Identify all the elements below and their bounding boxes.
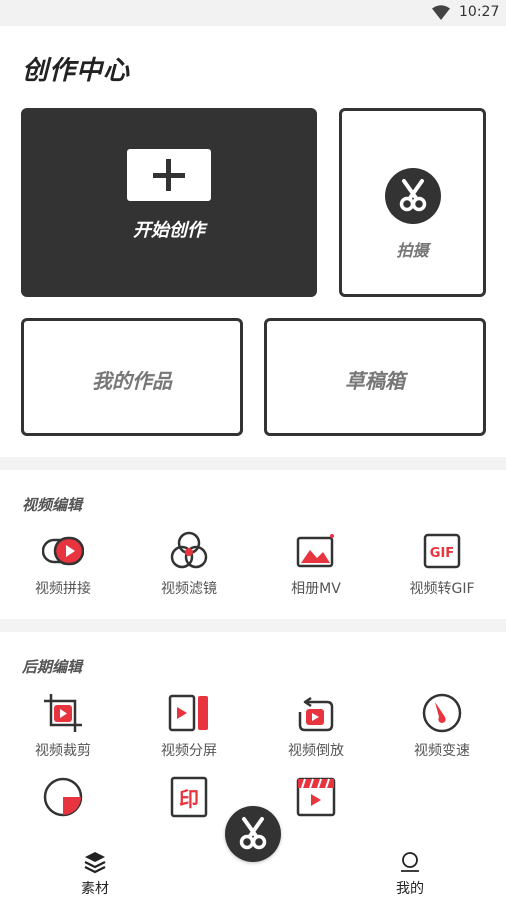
status-time: 10:27 <box>459 4 500 20</box>
svg-text:GIF: GIF <box>430 546 454 561</box>
video-to-gif-icon: GIF <box>423 533 461 569</box>
profile-icon <box>401 852 419 872</box>
section-divider <box>0 619 506 632</box>
status-bar: 10:27 <box>0 0 506 26</box>
my-works-label: 我的作品 <box>92 369 172 393</box>
video-edit-title: 视频编辑 <box>22 496 83 514</box>
scissors-icon <box>239 817 267 850</box>
video-reverse-label: 视频倒放 <box>288 743 344 759</box>
video-split-screen-icon <box>168 694 208 732</box>
scissors-icon <box>385 168 441 224</box>
video-filter-icon <box>170 531 208 569</box>
video-speed-icon <box>422 693 462 733</box>
clock-icon <box>43 777 83 817</box>
video-crop-icon <box>44 694 82 732</box>
clapperboard-icon <box>296 777 336 817</box>
layers-icon <box>84 852 106 874</box>
stamp-glyph: 印 <box>179 787 199 811</box>
video-speed-label: 视频变速 <box>414 743 470 759</box>
drafts-card[interactable]: 草稿箱 <box>264 318 486 436</box>
video-reverse-icon <box>298 696 334 732</box>
video-split-screen-label: 视频分屏 <box>161 743 217 759</box>
video-merge-icon <box>42 536 84 566</box>
album-mv-icon <box>296 534 334 568</box>
video-crop-label: 视频裁剪 <box>35 743 91 759</box>
start-create-label: 开始创作 <box>133 220 205 241</box>
page-title: 创作中心 <box>22 56 131 86</box>
shoot-card[interactable]: 拍摄 <box>339 108 486 297</box>
start-create-card[interactable]: 开始创作 <box>21 108 317 297</box>
plus-icon <box>127 149 211 201</box>
section-divider <box>0 457 506 470</box>
my-works-card[interactable]: 我的作品 <box>21 318 243 436</box>
tab-materials-label: 素材 <box>81 881 109 897</box>
tab-mine-label: 我的 <box>396 881 424 897</box>
wifi-icon <box>432 5 450 20</box>
video-merge-label: 视频拼接 <box>35 581 91 597</box>
drafts-label: 草稿箱 <box>345 369 405 393</box>
video-filter-label: 视频滤镜 <box>161 581 217 597</box>
video-to-gif-label: 视频转GIF <box>409 581 475 597</box>
stamp-icon: 印 <box>170 776 208 818</box>
post-edit-title: 后期编辑 <box>22 658 83 676</box>
shoot-label: 拍摄 <box>396 241 429 260</box>
create-fab-button[interactable] <box>225 806 281 862</box>
album-mv-label: 相册MV <box>291 581 341 597</box>
